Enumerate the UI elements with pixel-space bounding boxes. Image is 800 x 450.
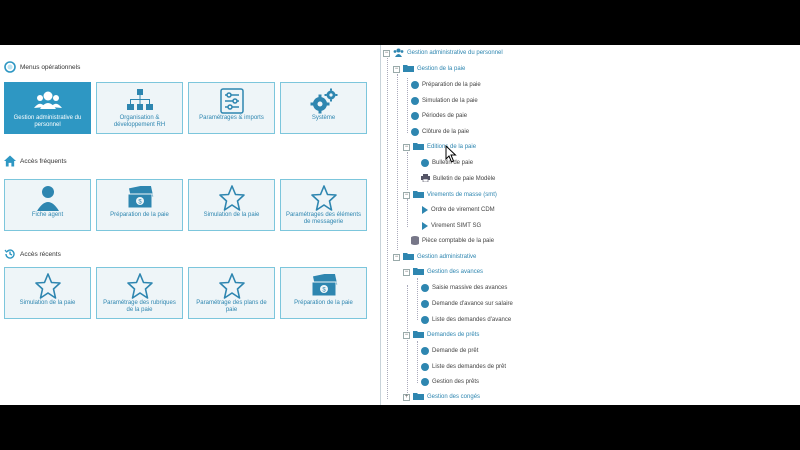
collapse-toggle-icon[interactable]: − xyxy=(393,253,400,261)
tile-systeme[interactable]: Système xyxy=(280,82,367,134)
tree-node-gestion-avances[interactable]: − Gestion des avances xyxy=(403,267,483,277)
folder-icon xyxy=(403,64,414,74)
app-window: Menus opérationnels Gestion administrati… xyxy=(0,45,800,405)
tile-recent-rubriques-paie[interactable]: Paramétrage des rubriques de la paie xyxy=(96,267,183,319)
play-icon xyxy=(422,206,428,214)
tile-simulation-paie[interactable]: Simulation de la paie xyxy=(188,179,275,231)
tree-leaf-ordre-virement[interactable]: Ordre de virement CDM xyxy=(421,205,495,215)
expand-toggle-icon[interactable]: + xyxy=(403,393,410,401)
tree-leaf-liste-avances[interactable]: Liste des demandes d'avance xyxy=(421,315,511,325)
collapse-toggle-icon[interactable]: − xyxy=(393,65,400,73)
star-icon xyxy=(218,273,245,299)
tree-leaf-demande-avance[interactable]: Demande d'avance sur salaire xyxy=(421,299,513,309)
menu-tree: − Gestion administrative du personnel − … xyxy=(381,45,800,405)
tree-leaf-virement-simt[interactable]: Virement SIMT SG xyxy=(421,221,481,231)
tree-node-gestion-conges[interactable]: + Gestion des congés xyxy=(403,392,480,402)
star-icon xyxy=(126,273,153,299)
tree-leaf-periodes-paie[interactable]: Périodes de paie xyxy=(411,111,467,121)
folder-icon xyxy=(413,142,424,152)
tile-parametrages-messagerie[interactable]: Paramétrages des éléments de messagerie xyxy=(280,179,367,231)
tile-preparation-paie[interactable]: $ Préparation de la paie xyxy=(96,179,183,231)
settings-sliders-icon xyxy=(219,88,245,114)
tile-recent-preparation-paie[interactable]: $ Préparation de la paie xyxy=(280,267,367,319)
users-icon xyxy=(393,48,404,59)
star-icon xyxy=(310,185,337,211)
play-icon xyxy=(422,222,428,230)
tile-gestion-administrative[interactable]: Gestion administrative du personnel xyxy=(4,82,91,134)
collapse-toggle-icon[interactable]: − xyxy=(383,49,390,57)
left-panel: Menus opérationnels Gestion administrati… xyxy=(0,45,380,405)
menu-tree-panel: − Gestion administrative du personnel − … xyxy=(381,45,800,405)
folder-icon xyxy=(413,392,424,402)
leaf-dot-icon xyxy=(421,363,429,371)
leaf-dot-icon xyxy=(421,378,429,386)
tree-leaf-gestion-prets[interactable]: Gestion des prêts xyxy=(421,377,479,387)
tile-recent-simulation-paie[interactable]: Simulation de la paie xyxy=(4,267,91,319)
leaf-dot-icon xyxy=(411,97,419,105)
folder-icon xyxy=(413,190,424,200)
tree-node-editions-paie[interactable]: − Editions de la paie xyxy=(403,142,476,152)
tree-node-gestion-administrative[interactable]: − Gestion administrative xyxy=(393,252,476,262)
leaf-dot-icon xyxy=(421,316,429,324)
tile-organisation-rh[interactable]: Organisation & développement RH xyxy=(96,82,183,134)
collapse-toggle-icon[interactable]: − xyxy=(403,331,410,339)
tree-leaf-cloture-paie[interactable]: Clôture de la paie xyxy=(411,127,469,137)
collapse-toggle-icon[interactable]: − xyxy=(403,143,410,151)
leaf-dot-icon xyxy=(421,159,429,167)
tree-leaf-demande-pret[interactable]: Demande de prêt xyxy=(421,346,478,356)
tree-leaf-simulation-paie[interactable]: Simulation de la paie xyxy=(411,96,478,106)
leaf-dot-icon xyxy=(411,128,419,136)
tile-fiche-agent[interactable]: Fiche agent xyxy=(4,179,91,231)
tree-node-virements[interactable]: − Virements de masse (smt) xyxy=(403,190,497,200)
folder-icon xyxy=(413,330,424,340)
star-icon xyxy=(218,185,245,211)
person-icon xyxy=(36,185,60,211)
tree-leaf-liste-prets[interactable]: Liste des demandes de prêt xyxy=(421,362,506,372)
leaf-dot-icon xyxy=(421,284,429,292)
database-icon xyxy=(411,235,419,247)
collapse-toggle-icon[interactable]: − xyxy=(403,268,410,276)
tree-leaf-piece-comptable[interactable]: Pièce comptable de la paie xyxy=(411,235,494,247)
leaf-dot-icon xyxy=(421,300,429,308)
tree-node-demandes-prets[interactable]: − Demandes de prêts xyxy=(403,330,479,340)
tree-node-gestion-paie[interactable]: − Gestion de la paie xyxy=(393,64,465,74)
tree-node-root[interactable]: − Gestion administrative du personnel xyxy=(383,48,503,58)
leaf-dot-icon xyxy=(411,112,419,120)
tree-leaf-bulletin-modele[interactable]: Bulletin de paie Modèle xyxy=(421,174,495,184)
tree-leaf-saisie-avances[interactable]: Saisie massive des avances xyxy=(421,283,507,293)
folder-icon xyxy=(413,267,424,277)
gears-icon xyxy=(310,88,338,114)
home-icon xyxy=(4,155,16,167)
leaf-dot-icon xyxy=(411,81,419,89)
section-ops-title: Menus opérationnels xyxy=(4,61,80,73)
circle-icon xyxy=(4,61,16,73)
folder-icon xyxy=(403,252,414,262)
collapse-toggle-icon[interactable]: − xyxy=(403,191,410,199)
mouse-cursor-icon xyxy=(445,144,457,163)
leaf-dot-icon xyxy=(421,347,429,355)
star-icon xyxy=(34,273,61,299)
tree-leaf-preparation-paie[interactable]: Préparation de la paie xyxy=(411,80,481,90)
tile-parametrages-imports[interactable]: Paramétrages & imports xyxy=(188,82,275,134)
users-icon xyxy=(33,88,62,114)
history-icon xyxy=(4,248,16,260)
section-recent-title: Accès récents xyxy=(4,248,61,260)
banknote-icon: $ xyxy=(126,185,154,211)
org-chart-icon xyxy=(126,88,153,114)
section-freq-title: Accès fréquents xyxy=(4,155,67,167)
banknote-icon: $ xyxy=(310,273,338,299)
printer-icon xyxy=(421,174,430,184)
tile-recent-plans-paie[interactable]: Paramétrage des plans de paie xyxy=(188,267,275,319)
